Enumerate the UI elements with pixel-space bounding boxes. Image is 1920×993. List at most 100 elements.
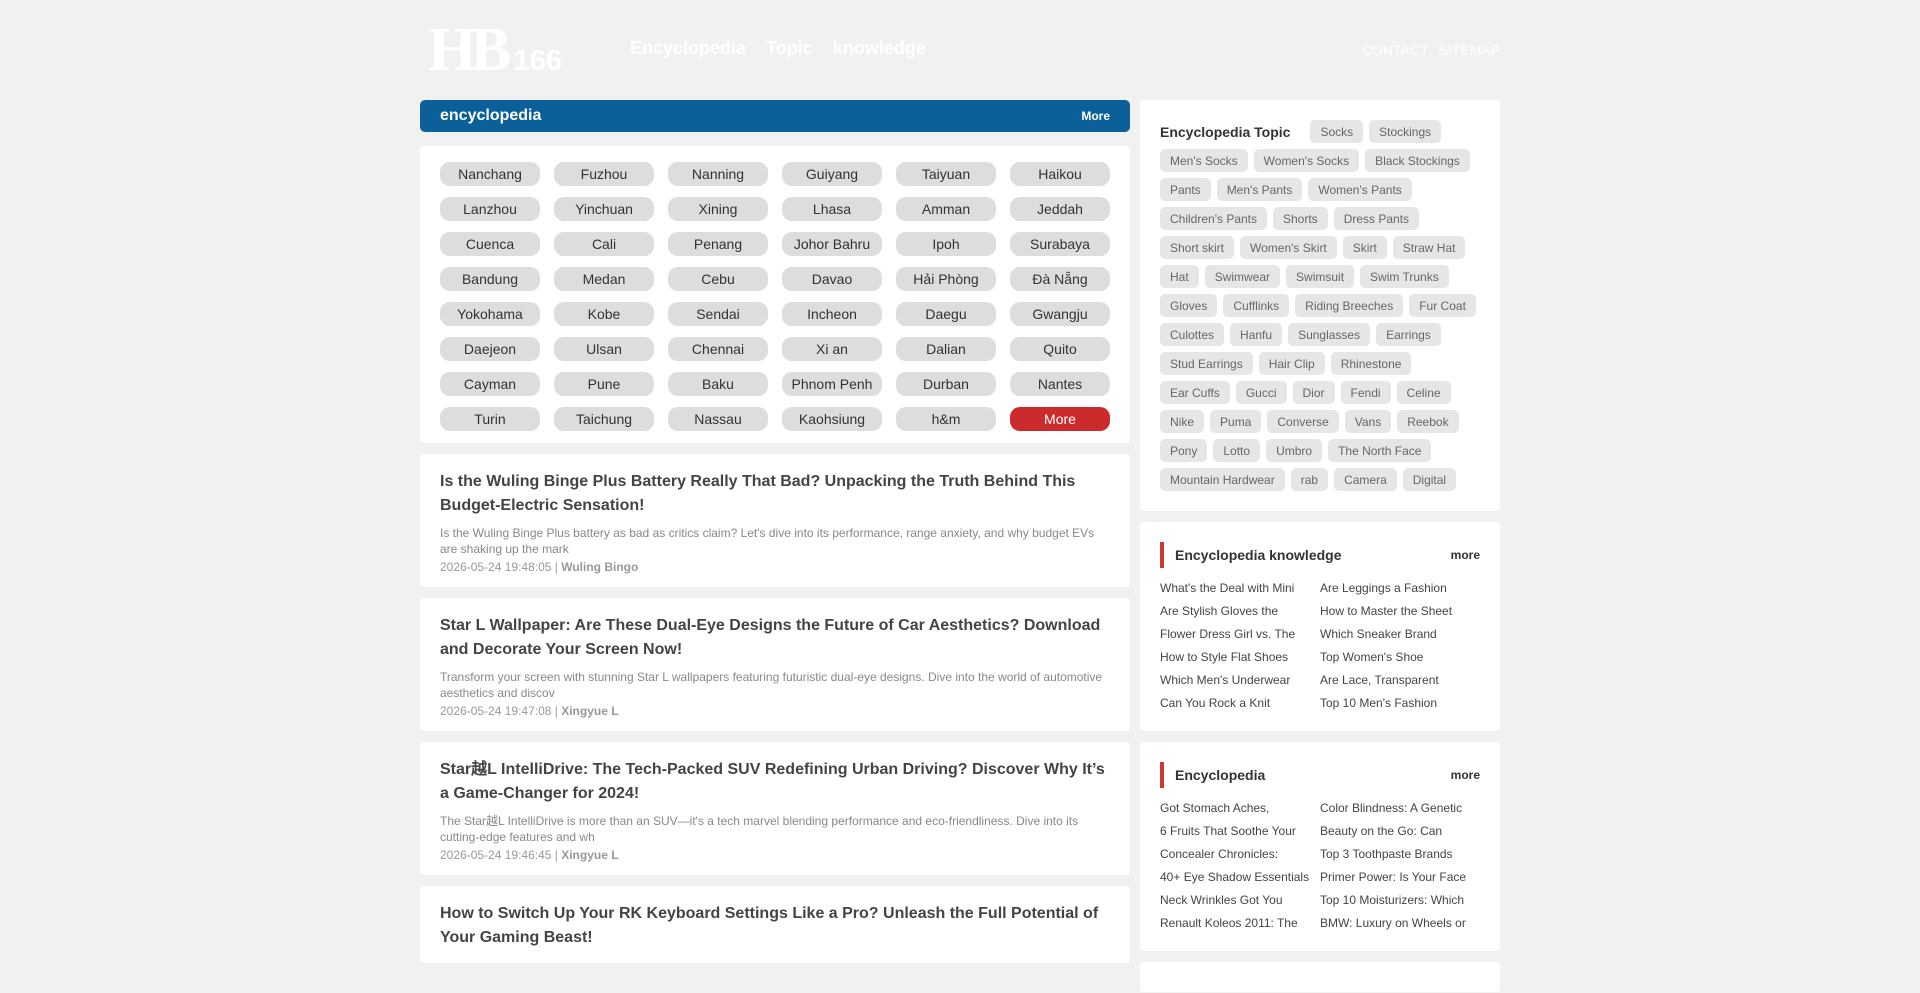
article-tag[interactable]: Xingyue L: [561, 704, 618, 718]
city-link[interactable]: Chennai: [668, 337, 768, 361]
topic-tag[interactable]: Puma: [1210, 410, 1262, 433]
city-link[interactable]: Kobe: [554, 302, 654, 326]
knowledge-list-item[interactable]: How to Master the Sheet: [1320, 600, 1470, 623]
encyclopedia-list-item[interactable]: BMW: Luxury on Wheels or: [1320, 912, 1470, 935]
contact-link[interactable]: CONTACT: [1362, 42, 1429, 58]
encyclopedia-list-item[interactable]: Renault Koleos 2011: The: [1160, 912, 1310, 935]
topic-tag[interactable]: Black Stockings: [1365, 149, 1470, 172]
topic-tag[interactable]: Riding Breeches: [1295, 294, 1404, 317]
encyclopedia-more-link[interactable]: More: [1081, 109, 1110, 123]
nav-knowledge[interactable]: knowledge: [833, 38, 926, 59]
city-link[interactable]: Ipoh: [896, 232, 996, 256]
article-card[interactable]: Is the Wuling Binge Plus Battery Really …: [420, 454, 1130, 587]
topic-tag[interactable]: Celine: [1396, 381, 1451, 404]
city-link[interactable]: Daegu: [896, 302, 996, 326]
topic-tag[interactable]: Pants: [1160, 178, 1211, 201]
topic-tag[interactable]: Vans: [1344, 410, 1392, 433]
topic-tag[interactable]: Hanfu: [1230, 323, 1283, 346]
article-card[interactable]: How to Switch Up Your RK Keyboard Settin…: [420, 886, 1130, 963]
city-link[interactable]: Nassau: [668, 407, 768, 431]
topic-tag[interactable]: Gucci: [1235, 381, 1287, 404]
encyclopedia-panel-more-link[interactable]: more: [1451, 768, 1480, 782]
nav-topic[interactable]: Topic: [766, 38, 813, 59]
topic-tag[interactable]: Women's Skirt: [1240, 236, 1337, 259]
knowledge-more-link[interactable]: more: [1451, 548, 1480, 562]
topic-tag[interactable]: Dress Pants: [1333, 207, 1420, 230]
city-link[interactable]: Bandung: [440, 267, 540, 291]
encyclopedia-list-item[interactable]: 6 Fruits That Soothe Your: [1160, 820, 1310, 843]
city-link[interactable]: Pune: [554, 372, 654, 396]
topic-tag[interactable]: Men's Pants: [1216, 178, 1303, 201]
topic-tag[interactable]: Stockings: [1369, 120, 1442, 143]
city-link[interactable]: Taichung: [554, 407, 654, 431]
knowledge-list-item[interactable]: What's the Deal with Mini: [1160, 577, 1310, 600]
knowledge-list-item[interactable]: Which Men's Underwear: [1160, 669, 1310, 692]
encyclopedia-list-item[interactable]: Top 3 Toothpaste Brands: [1320, 843, 1470, 866]
city-link[interactable]: Medan: [554, 267, 654, 291]
topic-tag[interactable]: Ear Cuffs: [1160, 381, 1230, 404]
city-link[interactable]: Baku: [668, 372, 768, 396]
city-link[interactable]: Nanning: [668, 162, 768, 186]
topic-tag[interactable]: Skirt: [1342, 236, 1387, 259]
site-logo[interactable]: HB 166: [428, 19, 578, 81]
city-more-button[interactable]: More: [1010, 407, 1110, 431]
encyclopedia-list-item[interactable]: Concealer Chronicles:: [1160, 843, 1310, 866]
topic-tag[interactable]: Digital: [1402, 468, 1457, 491]
topic-tag[interactable]: Swimwear: [1204, 265, 1281, 288]
city-link[interactable]: Dalian: [896, 337, 996, 361]
topic-tag[interactable]: Earrings: [1376, 323, 1441, 346]
nav-encyclopedia[interactable]: Encyclopedia: [630, 38, 746, 59]
city-link[interactable]: Cebu: [668, 267, 768, 291]
city-link[interactable]: Nantes: [1010, 372, 1110, 396]
city-link[interactable]: Durban: [896, 372, 996, 396]
article-title[interactable]: Is the Wuling Binge Plus Battery Really …: [440, 470, 1110, 518]
city-link[interactable]: Sendai: [668, 302, 768, 326]
article-title[interactable]: Star越L IntelliDrive: The Tech-Packed SUV…: [440, 758, 1110, 806]
encyclopedia-list-item[interactable]: Neck Wrinkles Got You: [1160, 889, 1310, 912]
encyclopedia-list-item[interactable]: Color Blindness: A Genetic: [1320, 797, 1470, 820]
city-link[interactable]: Lhasa: [782, 197, 882, 221]
city-link[interactable]: Yokohama: [440, 302, 540, 326]
topic-tag[interactable]: Stud Earrings: [1160, 352, 1253, 375]
topic-tag[interactable]: Cufflinks: [1223, 294, 1290, 317]
knowledge-list-item[interactable]: Flower Dress Girl vs. The: [1160, 623, 1310, 646]
city-link[interactable]: Cali: [554, 232, 654, 256]
city-link[interactable]: Incheon: [782, 302, 882, 326]
topic-tag[interactable]: Short skirt: [1160, 236, 1235, 259]
topic-tag[interactable]: Socks: [1310, 120, 1364, 143]
topic-tag[interactable]: Camera: [1334, 468, 1397, 491]
city-link[interactable]: Guiyang: [782, 162, 882, 186]
city-link[interactable]: Gwangju: [1010, 302, 1110, 326]
city-link[interactable]: Turin: [440, 407, 540, 431]
topic-tag[interactable]: Shorts: [1273, 207, 1328, 230]
article-card[interactable]: Star越L IntelliDrive: The Tech-Packed SUV…: [420, 742, 1130, 875]
article-card[interactable]: Star L Wallpaper: Are These Dual-Eye Des…: [420, 598, 1130, 731]
topic-tag[interactable]: rab: [1290, 468, 1329, 491]
city-link[interactable]: Surabaya: [1010, 232, 1110, 256]
knowledge-list-item[interactable]: Are Lace, Transparent: [1320, 669, 1470, 692]
topic-tag[interactable]: Hair Clip: [1258, 352, 1325, 375]
encyclopedia-list-item[interactable]: Top 10 Moisturizers: Which: [1320, 889, 1470, 912]
topic-tag[interactable]: Hat: [1160, 265, 1199, 288]
city-link[interactable]: Taiyuan: [896, 162, 996, 186]
city-link[interactable]: Davao: [782, 267, 882, 291]
city-link[interactable]: Phnom Penh: [782, 372, 882, 396]
encyclopedia-list-item[interactable]: Got Stomach Aches,: [1160, 797, 1310, 820]
city-link[interactable]: Yinchuan: [554, 197, 654, 221]
article-tag[interactable]: Wuling Bingo: [561, 560, 638, 574]
topic-tag[interactable]: The North Face: [1328, 439, 1432, 462]
topic-tag[interactable]: Fur Coat: [1409, 294, 1476, 317]
topic-tag[interactable]: Lotto: [1213, 439, 1261, 462]
topic-tag[interactable]: Dior: [1292, 381, 1335, 404]
topic-tag[interactable]: Children's Pants: [1160, 207, 1267, 230]
encyclopedia-list-item[interactable]: Primer Power: Is Your Face: [1320, 866, 1470, 889]
knowledge-list-item[interactable]: Top 10 Men's Fashion: [1320, 692, 1470, 715]
city-link[interactable]: Lanzhou: [440, 197, 540, 221]
topic-tag[interactable]: Swimsuit: [1286, 265, 1355, 288]
topic-tag[interactable]: Converse: [1267, 410, 1339, 433]
city-link[interactable]: Penang: [668, 232, 768, 256]
topic-tag[interactable]: Gloves: [1160, 294, 1218, 317]
encyclopedia-list-item[interactable]: 40+ Eye Shadow Essentials:: [1160, 866, 1310, 889]
city-link[interactable]: h&m: [896, 407, 996, 431]
knowledge-list-item[interactable]: Top Women's Shoe: [1320, 646, 1470, 669]
